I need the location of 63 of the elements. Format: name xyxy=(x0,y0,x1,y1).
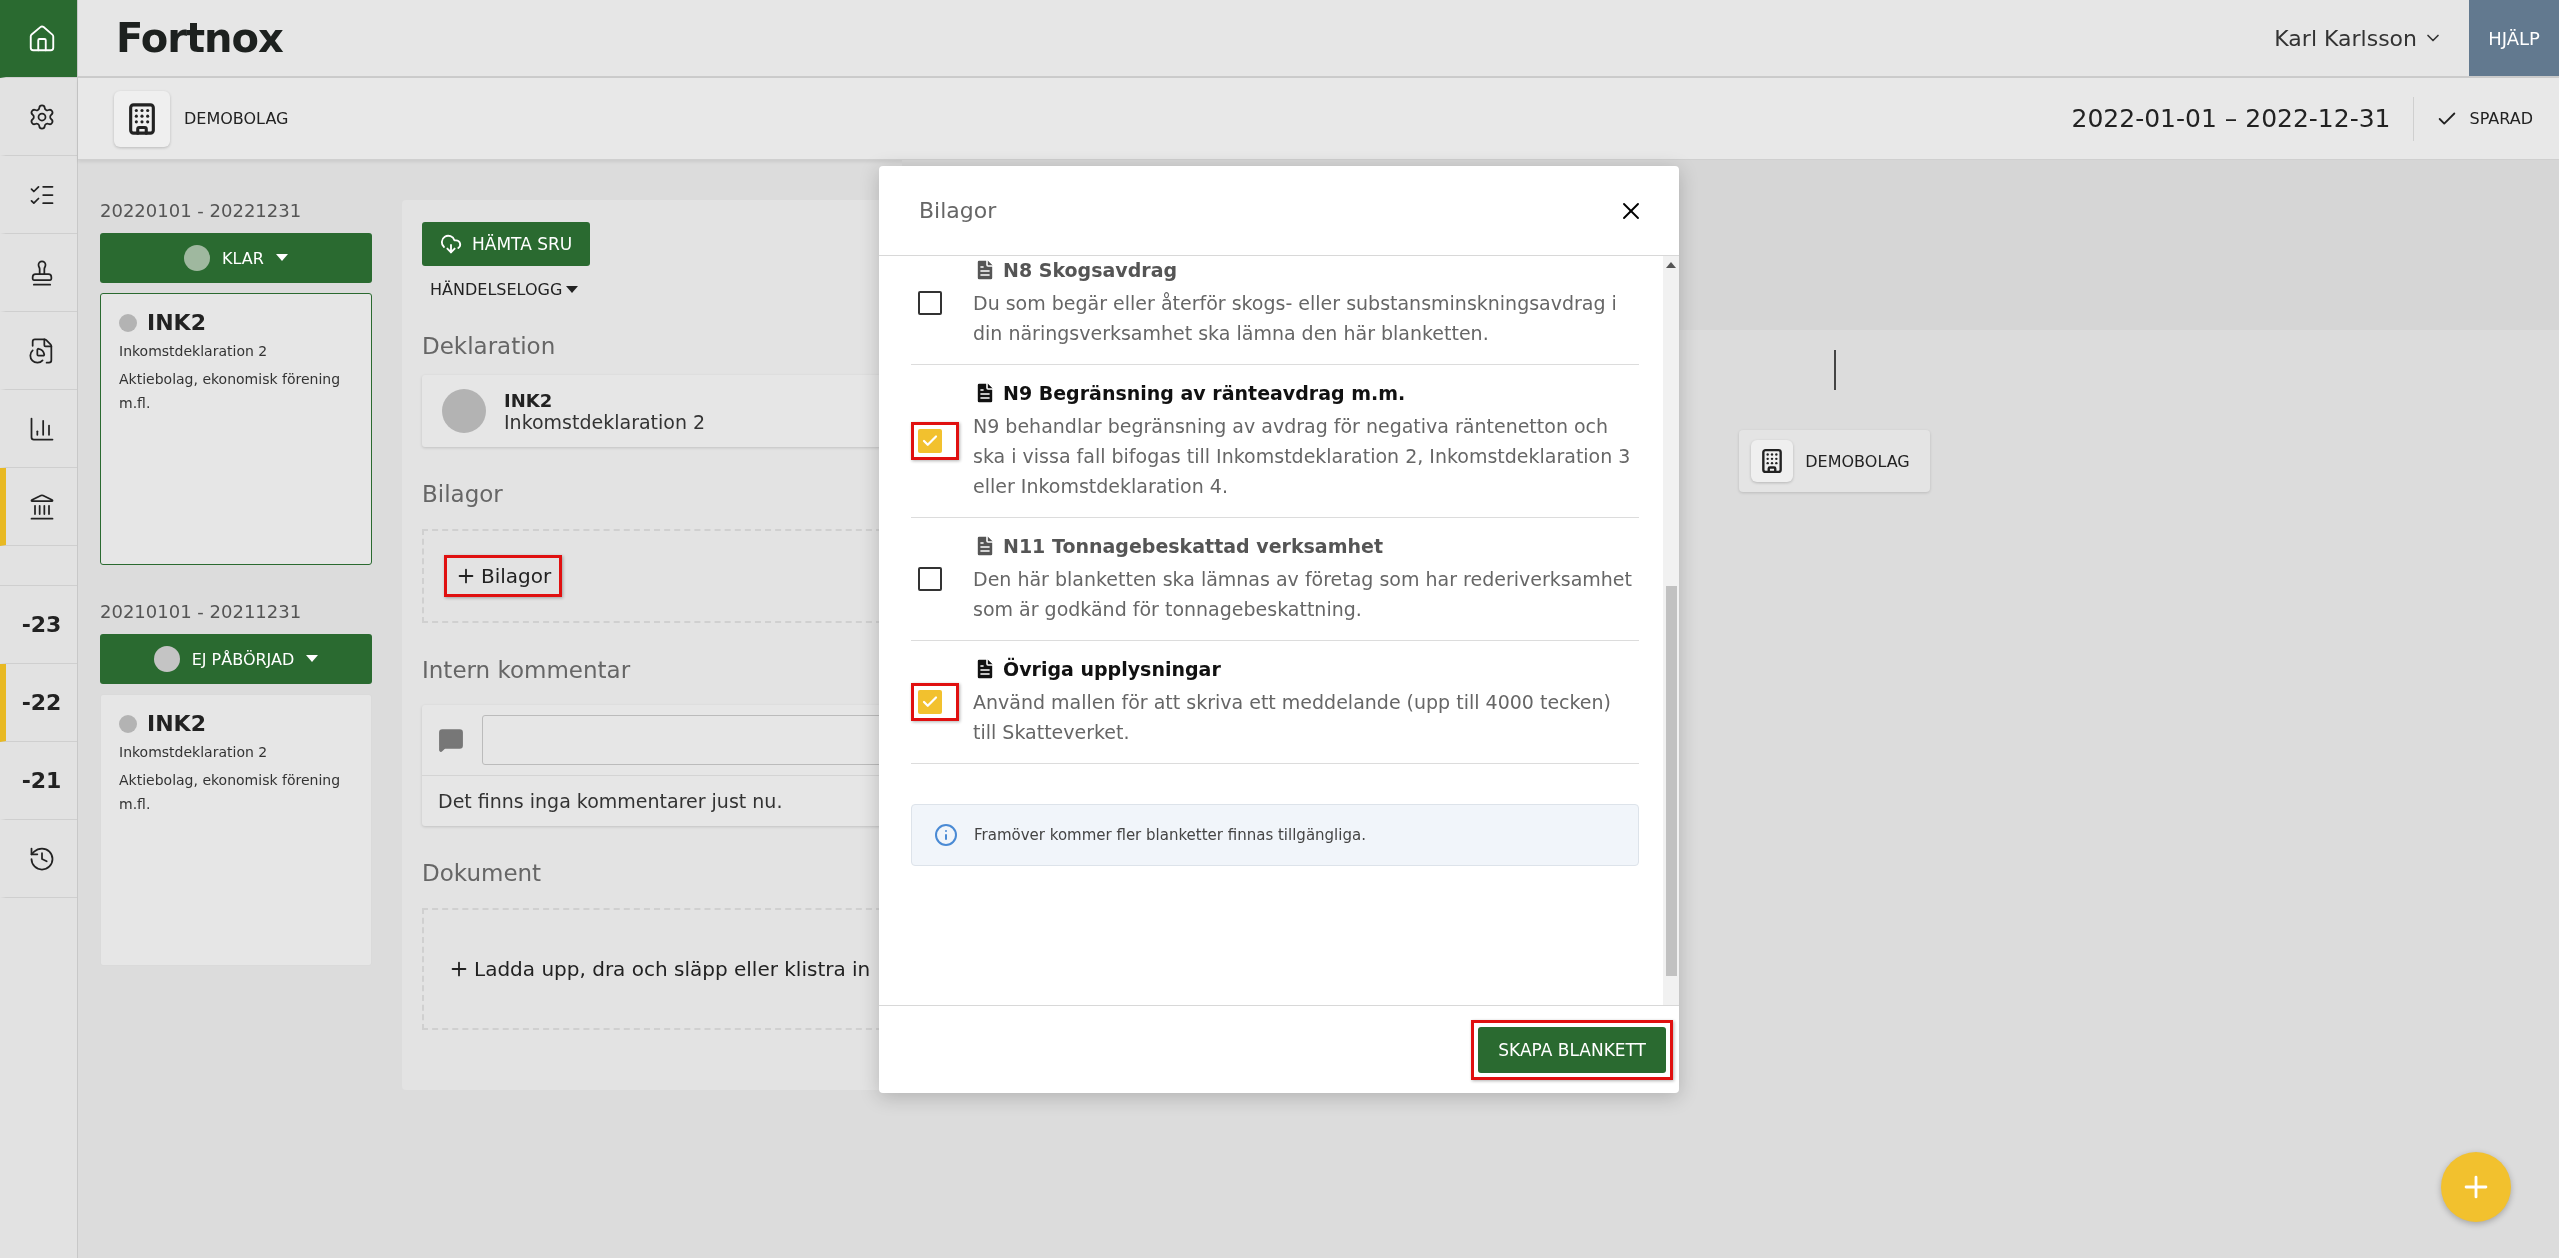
status-dot xyxy=(119,714,137,733)
company-node[interactable]: DEMOBOLAG xyxy=(1739,430,1930,492)
form-title: Övriga upplysningar xyxy=(1003,658,1221,680)
section-heading: Intern kommentar xyxy=(422,657,631,683)
form-description: Aktiebolag, ekonomisk förening m.fl. xyxy=(119,370,342,413)
form-name: Inkomstdeklaration 2 xyxy=(119,342,269,361)
status-dropdown[interactable]: KLAR xyxy=(100,233,372,283)
status-dropdown[interactable]: EJ PÅBÖRJAD xyxy=(100,634,372,684)
form-title: N9 Begränsning av ränteavdrag m.m. xyxy=(1003,382,1406,404)
fiscal-period: 2022-01-01 – 2022-12-31 xyxy=(2071,96,2414,141)
form-code: INK2 xyxy=(147,310,206,335)
section-heading: Bilagor xyxy=(422,481,503,507)
checkbox[interactable] xyxy=(918,690,942,714)
form-code: INK2 xyxy=(504,389,554,411)
comment-icon xyxy=(438,727,464,753)
form-description: Använd mallen för att skriva ett meddelande (upp till 4000 tecken) till Skatteverket. xyxy=(973,690,1612,745)
dialog-title: Bilagor xyxy=(919,198,997,223)
section-heading: Deklaration xyxy=(422,333,556,359)
company-name: DEMOBOLAG xyxy=(1805,451,1910,471)
period-range: 20220101 - 20221231 xyxy=(100,200,303,221)
form-description: Den här blanketten ska lämnas av företag som har rederiverksamhet som är godkänd för tonnagebeskattning. xyxy=(973,567,1633,622)
form-name: Inkomstdeklaration 2 xyxy=(504,410,706,433)
save-status: SPARAD xyxy=(2469,109,2533,128)
caret-icon xyxy=(566,285,579,294)
create-form-button[interactable]: SKAPA BLANKETT xyxy=(1478,1026,1666,1073)
empty-comments-text: Det finns inga kommentarer just nu. xyxy=(437,789,784,814)
upload-button[interactable]: Ladda upp, dra och släpp eller klistra in xyxy=(444,955,875,983)
section-heading: Dokument xyxy=(422,860,542,886)
form-name: Inkomstdeklaration 2 xyxy=(119,743,269,762)
add-attachment-button[interactable]: Bilagor xyxy=(451,562,556,590)
event-log-dropdown[interactable]: HÄNDELSELOGG xyxy=(430,280,579,299)
download-sru-button[interactable]: HÄMTA SRU xyxy=(422,222,591,266)
help-button[interactable]: HJÄLP xyxy=(2469,0,2559,76)
form-description: Du som begär eller återför skogs- eller substansminskningsavdrag i din näringsverksamhet ska lämna den här blanketten. xyxy=(973,291,1618,346)
checkbox[interactable] xyxy=(918,291,942,315)
caret-icon xyxy=(306,655,319,663)
declaration-card[interactable]: INK2 Inkomstdeklaration 2 Aktiebolag, ekonomisk förening m.fl. xyxy=(100,694,372,966)
declaration-card[interactable]: INK2 Inkomstdeklaration 2 xyxy=(422,375,882,447)
info-text: Framöver kommer fler blanketter finnas tillgängliga. xyxy=(974,826,1366,844)
avatar-circle xyxy=(442,389,486,433)
checkbox[interactable] xyxy=(918,429,942,453)
year-tab[interactable]: -22 xyxy=(0,664,77,742)
caret-icon xyxy=(275,254,288,262)
form-title: N11 Tonnagebeskattad verksamhet xyxy=(1003,535,1383,557)
checkbox[interactable] xyxy=(918,567,942,591)
cloud-download-icon xyxy=(440,233,462,255)
status-dot xyxy=(119,313,137,332)
period-range: 20210101 - 20211231 xyxy=(100,601,303,622)
logo: Fortnox xyxy=(116,15,283,61)
scrollbar-thumb[interactable] xyxy=(1666,586,1677,976)
form-code: INK2 xyxy=(147,711,206,736)
form-description: N9 behandlar begränsning av avdrag för negativa räntenetton och ska i vissa fall bifogas till Inkomstdeklaration 2, Inkomstdeklaration 3 eller Inkomstdeklaration 4. xyxy=(973,414,1632,499)
scroll-up-icon xyxy=(1666,262,1676,268)
declaration-card[interactable]: INK2 Inkomstdeklaration 2 Aktiebolag, ekonomisk förening m.fl. xyxy=(100,293,372,565)
info-icon xyxy=(934,823,958,847)
company-name: DEMOBOLAG xyxy=(184,109,289,128)
form-title: N8 Skogsavdrag xyxy=(1003,259,1178,281)
home-button[interactable] xyxy=(0,0,77,78)
user-menu[interactable]: Karl Karlsson xyxy=(2268,24,2449,52)
form-description: Aktiebolag, ekonomisk förening m.fl. xyxy=(119,771,342,814)
tree-connector xyxy=(1833,350,1836,390)
scrollbar[interactable] xyxy=(1663,256,1679,1005)
comment-input[interactable] xyxy=(482,715,882,765)
